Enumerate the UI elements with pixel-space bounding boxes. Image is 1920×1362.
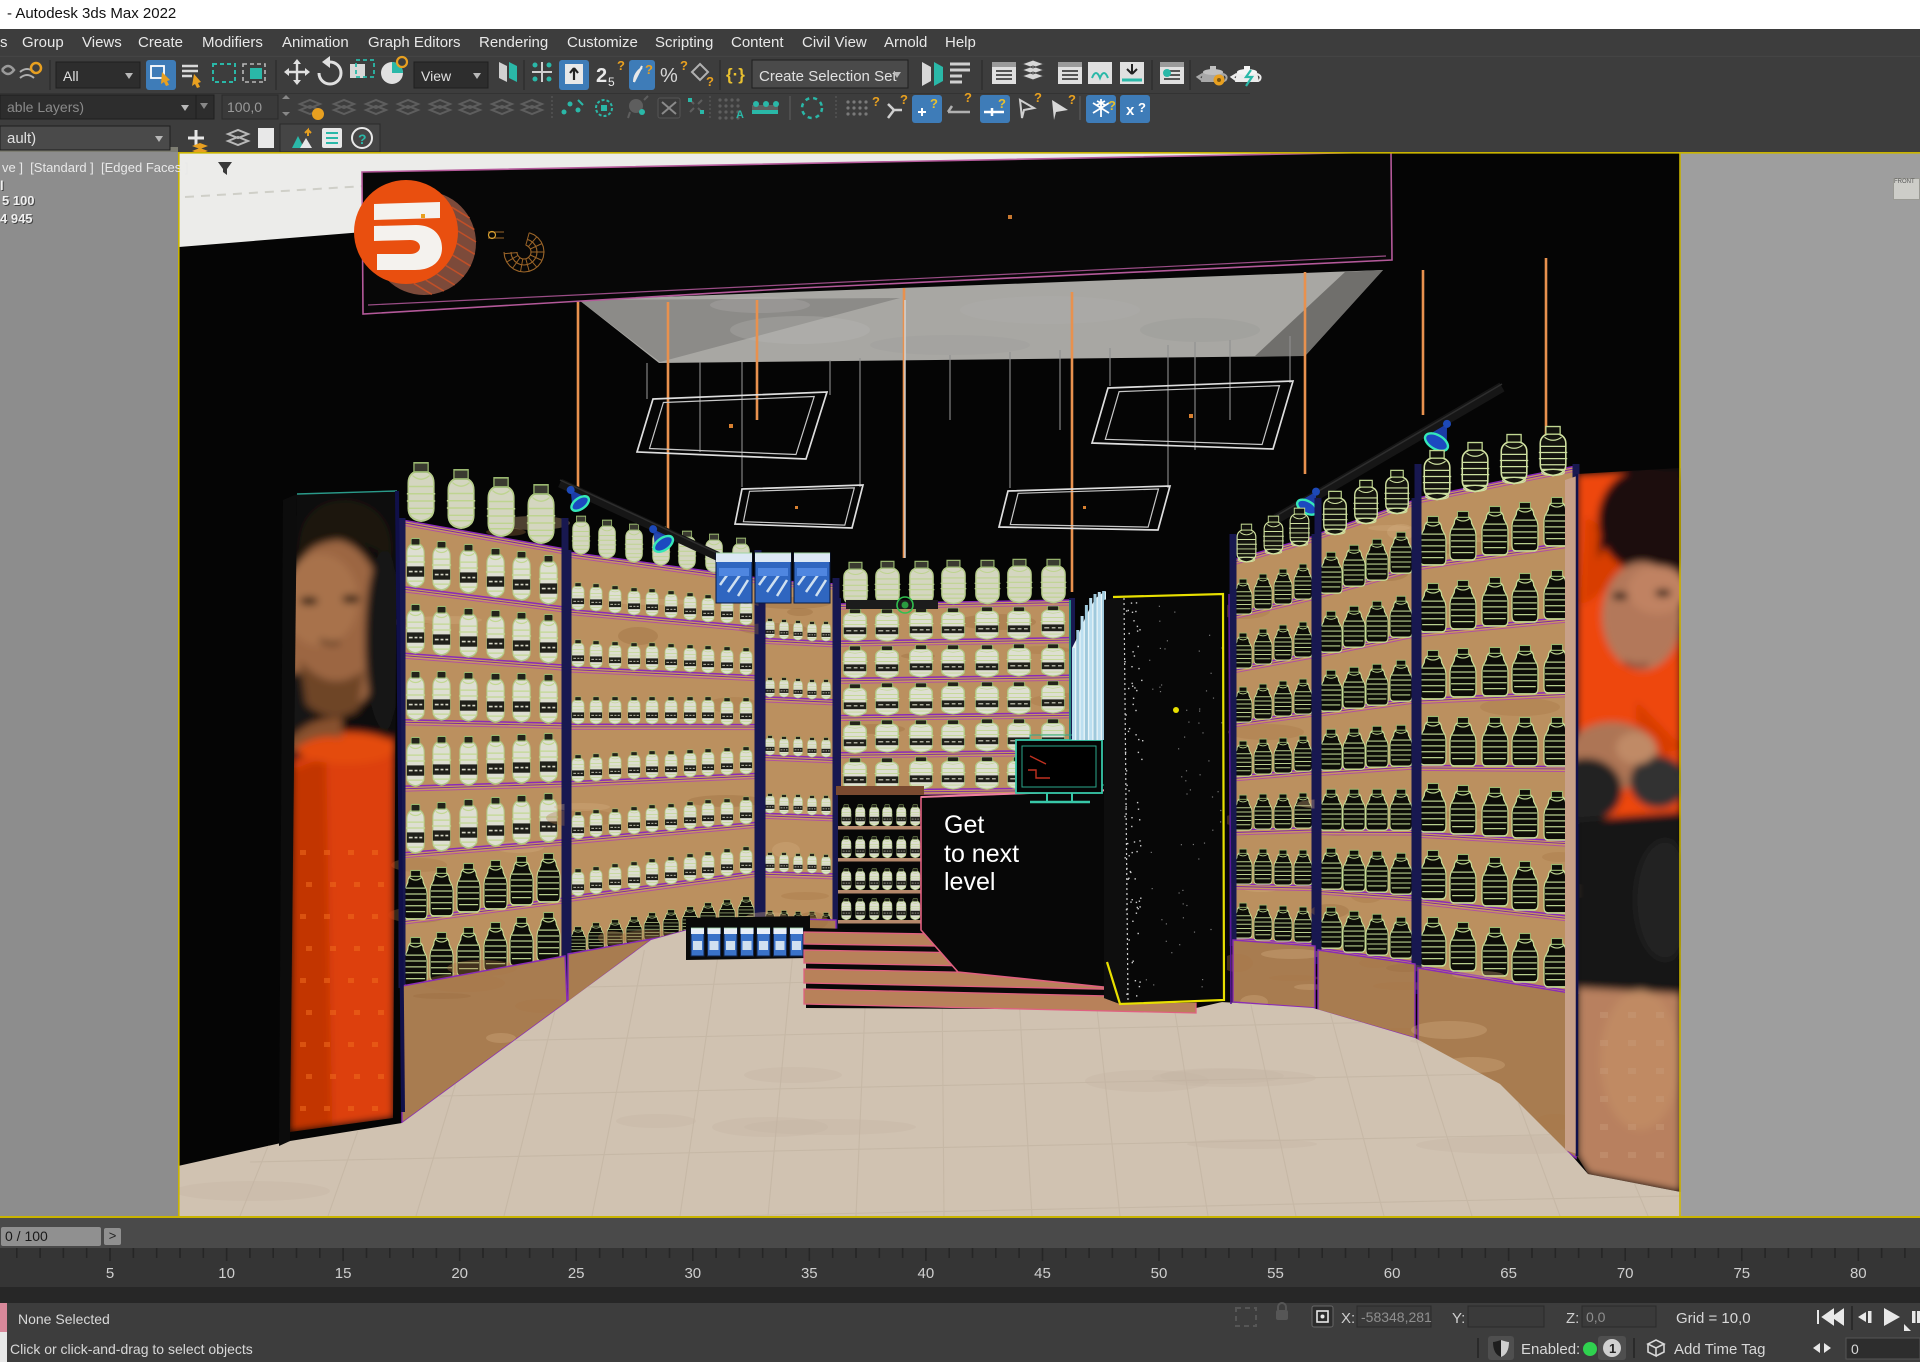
svg-text:?: ? — [964, 90, 972, 105]
svg-text:%: % — [660, 65, 678, 87]
svg-text:A: A — [736, 109, 744, 121]
svg-text:All: All — [63, 68, 79, 84]
svg-text:Create Selection Set: Create Selection Set — [759, 68, 897, 85]
svg-text:?: ? — [706, 74, 714, 89]
svg-text:able Layers): able Layers) — [7, 99, 84, 115]
svg-text:20: 20 — [451, 1265, 468, 1282]
svg-text:?: ? — [872, 94, 880, 109]
svg-text:45: 45 — [1034, 1265, 1051, 1282]
svg-text:30: 30 — [684, 1265, 701, 1282]
svg-text:15: 15 — [335, 1265, 352, 1282]
svg-text:2: 2 — [596, 65, 607, 87]
svg-text:65: 65 — [1500, 1265, 1517, 1282]
svg-text:25: 25 — [568, 1265, 585, 1282]
svg-text:5: 5 — [608, 75, 615, 89]
svg-text:50: 50 — [1151, 1265, 1168, 1282]
svg-text:?: ? — [930, 96, 938, 111]
svg-text:80: 80 — [1850, 1265, 1867, 1282]
svg-text:?: ? — [680, 58, 688, 73]
svg-text:100,0: 100,0 — [227, 99, 262, 115]
svg-text:40: 40 — [918, 1265, 935, 1282]
svg-text:35: 35 — [801, 1265, 818, 1282]
svg-text:?: ? — [1068, 92, 1076, 107]
svg-text:View: View — [421, 68, 452, 84]
svg-text:?: ? — [1108, 98, 1116, 113]
svg-text:to next: to next — [944, 840, 1019, 868]
svg-text:x: x — [1126, 102, 1135, 119]
svg-text:Get: Get — [944, 811, 984, 839]
svg-text:?: ? — [645, 62, 653, 77]
svg-text:70: 70 — [1617, 1265, 1634, 1282]
svg-text:?: ? — [358, 131, 367, 147]
svg-text:10: 10 — [218, 1265, 235, 1282]
svg-text:?: ? — [1138, 100, 1146, 115]
svg-text:?: ? — [1034, 90, 1042, 105]
svg-text:{·}: {·} — [726, 65, 745, 84]
svg-text:?: ? — [998, 96, 1006, 111]
svg-text:55: 55 — [1267, 1265, 1284, 1282]
svg-text:?: ? — [900, 92, 908, 107]
svg-text:level: level — [944, 868, 995, 896]
svg-text:ault): ault) — [7, 130, 36, 147]
svg-text:60: 60 — [1384, 1265, 1401, 1282]
svg-text:5: 5 — [106, 1265, 114, 1282]
svg-text:?: ? — [617, 58, 625, 73]
svg-text:75: 75 — [1733, 1265, 1750, 1282]
